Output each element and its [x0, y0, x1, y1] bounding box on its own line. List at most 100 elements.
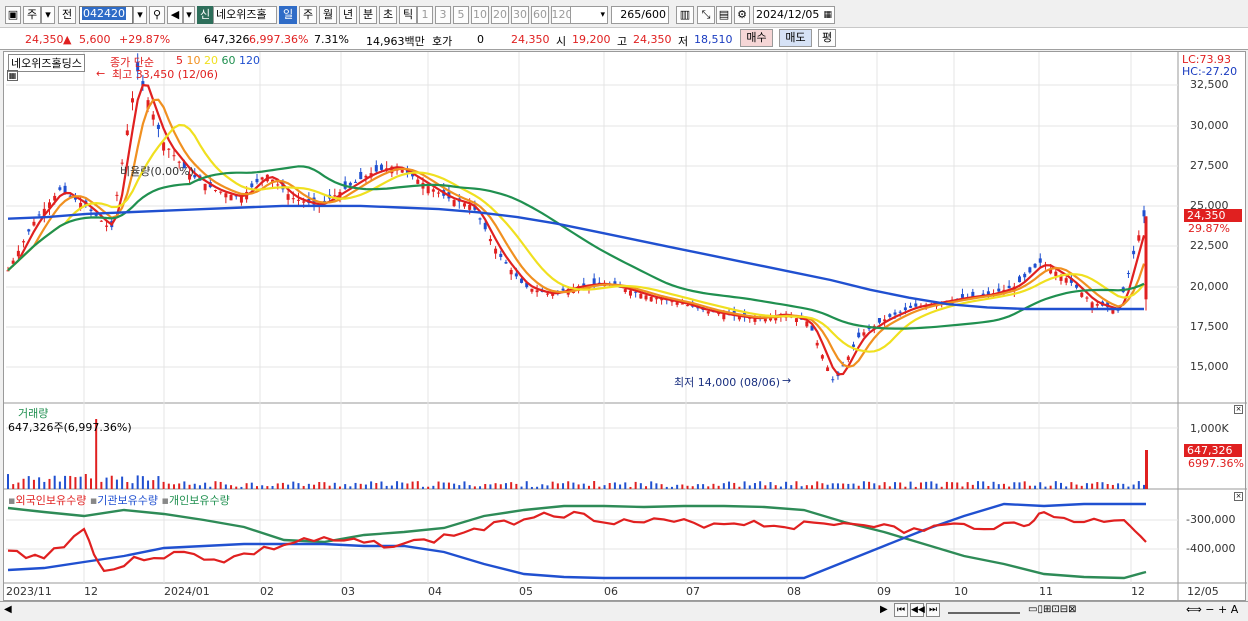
candle-body [478, 218, 482, 220]
individual-holdings-line [7, 504, 1147, 580]
candle-body [794, 318, 798, 322]
interval-tab-3[interactable]: 3 [435, 6, 451, 24]
candle-body [488, 238, 492, 242]
volume-bar [255, 486, 258, 489]
prev-button[interactable]: 전 [58, 6, 76, 24]
stock-code-input[interactable]: 042420 [79, 6, 133, 24]
volume-bar [510, 482, 513, 489]
interval-tab-60[interactable]: 60 [531, 6, 549, 24]
speaker-icon[interactable]: ◀ [167, 6, 183, 24]
candle-body [639, 293, 643, 299]
save-icon[interactable]: ▤ [716, 6, 732, 24]
volume-bar [1106, 484, 1109, 489]
scroll-right-icon[interactable]: ▶ [880, 604, 888, 615]
zoom-slider[interactable] [948, 604, 1020, 614]
close-price: 24,350 [511, 33, 550, 46]
stock-name-field[interactable]: 네오위즈홀 [213, 6, 277, 24]
period-tab-1[interactable]: 주 [299, 6, 317, 24]
volume-bar [437, 481, 440, 489]
candle-body [805, 321, 809, 327]
search-icon[interactable]: ⚲ [149, 6, 165, 24]
volume-bar [650, 481, 653, 489]
volume-bar [624, 482, 627, 489]
volume-panel-close-icon[interactable]: × [1234, 405, 1243, 414]
candle-body [1018, 276, 1022, 283]
volume-bar [1085, 483, 1088, 489]
volume-bar [349, 486, 352, 489]
volume-bar [504, 483, 507, 489]
volume-bar [764, 485, 767, 489]
open-label: 시 [556, 35, 567, 48]
volume-bar [702, 484, 705, 489]
grid-icon[interactable]: ▦ [7, 70, 18, 81]
volume-bar [541, 484, 544, 489]
scroll-left-icon[interactable]: ◀ [4, 604, 12, 615]
volume-bar [805, 485, 808, 489]
up-arrow-icon: ▲ [63, 33, 72, 46]
ma60-line [7, 165, 1145, 330]
interval-tab-1[interactable]: 1 [417, 6, 433, 24]
code-dropdown-icon[interactable]: ▾ [133, 6, 147, 24]
volume-bar [1145, 450, 1148, 489]
x-axis-tick: 08 [787, 585, 801, 598]
candle-body [296, 199, 300, 201]
period-tab-6[interactable]: 틱 [399, 6, 417, 24]
gear-icon[interactable]: ⚙ [734, 6, 750, 24]
holdings-panel-close-icon[interactable]: × [1234, 492, 1243, 501]
candle-body [852, 344, 856, 347]
candle-body [156, 124, 160, 129]
volume-bar [1075, 484, 1078, 489]
holdings-y-tick: -300,000 [1186, 513, 1236, 526]
interval-tab-5[interactable]: 5 [453, 6, 469, 24]
draw-tool-icon[interactable]: ⤡ [697, 6, 715, 24]
current-price-tag: 24,350 [1184, 209, 1242, 222]
chart-area[interactable]: ← → 네오위즈홀딩스 ▦ 종가 단순 5 10 20 60 120 LC:73.… [3, 51, 1247, 602]
window-icon[interactable]: ▣ [5, 6, 21, 24]
interval-tab-10[interactable]: 10 [471, 6, 489, 24]
buy-button[interactable]: 매수 [740, 29, 773, 47]
avg-button[interactable]: 평 [818, 29, 836, 47]
holdings-legend-2: 개인보유수량 [168, 494, 230, 507]
calendar-icon[interactable]: ▦ [823, 7, 832, 23]
period-tab-5[interactable]: 초 [379, 6, 397, 24]
volume-bar [479, 486, 482, 489]
x-axis-tick: 04 [428, 585, 442, 598]
volume-bar [577, 484, 580, 489]
interval-tab-30[interactable]: 30 [511, 6, 529, 24]
current-price: 24,350 [25, 33, 64, 46]
volume-bar [961, 486, 964, 489]
candle-body [561, 288, 565, 291]
layout-icons[interactable]: ▭▯⊞⊡⊟⊠ [1028, 604, 1076, 615]
period-tab-3[interactable]: 년 [339, 6, 357, 24]
interval-tab-20[interactable]: 20 [491, 6, 509, 24]
scroll-end-icon[interactable]: ⏭ [926, 603, 940, 617]
volume-bar [126, 482, 129, 489]
scroll-back-icon[interactable]: ◀◀ [910, 603, 925, 617]
chevron-down-icon[interactable]: ▾ [41, 6, 55, 24]
volume-bar [676, 484, 679, 489]
date-input[interactable]: 2024/12/05 ▦ [753, 6, 835, 24]
sell-button[interactable]: 매도 [779, 29, 812, 47]
volume-bar [712, 483, 715, 489]
count-input[interactable]: 265/600 [611, 6, 669, 24]
speaker-dropdown-icon[interactable]: ▾ [183, 6, 195, 24]
chart-type-icon[interactable]: ▥ [676, 6, 694, 24]
zoom-controls[interactable]: ⟺ − + A [1186, 603, 1238, 616]
chart-canvas[interactable]: ←→ [4, 52, 1247, 602]
period-tab-4[interactable]: 분 [359, 6, 377, 24]
candle-body [535, 290, 539, 293]
period-tab-0[interactable]: 일 [279, 6, 297, 24]
period-tab-2[interactable]: 월 [319, 6, 337, 24]
price-change: 5,600 [79, 33, 111, 46]
volume-pct-tag: 6997.36% [1188, 457, 1244, 470]
ma-legend-60: 60 [221, 54, 239, 67]
volume-bar [738, 486, 741, 489]
ma20-line [7, 123, 1145, 353]
volume-bar [603, 485, 606, 489]
candle-body [706, 311, 710, 314]
stock-code-value: 042420 [82, 7, 126, 20]
candle-body [1132, 250, 1136, 255]
interval-select[interactable]: ▾ [570, 6, 608, 24]
period-type-select[interactable]: 주 [23, 6, 41, 24]
scroll-start-icon[interactable]: ⏮ [894, 603, 908, 617]
